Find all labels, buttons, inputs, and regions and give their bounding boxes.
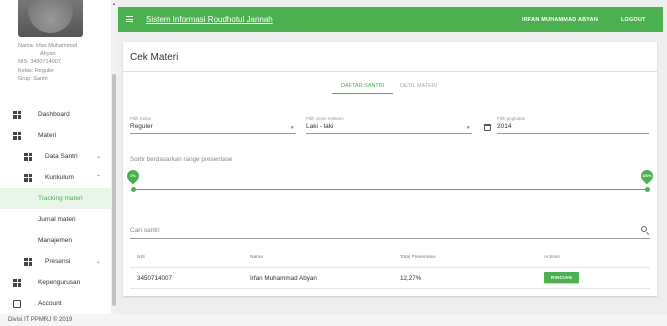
field-label: Pilih Kelas [130, 116, 152, 121]
calendar-icon[interactable] [484, 124, 491, 131]
sidebar-item-label: Data Santri [45, 153, 78, 160]
sidebar-item-label: Jurnal materi [38, 216, 76, 223]
footer: Divisi IT PPMRJ © 2019 [0, 314, 667, 326]
tab-daftar-santri[interactable]: DAFTAR SANTRI [341, 83, 384, 89]
chevron-down-icon: ⌄ [96, 259, 102, 265]
column-header-nama: Nama [250, 255, 263, 260]
column-header-total: Total Presentase [400, 255, 436, 260]
grid-icon [24, 173, 32, 182]
profile-name: Nama: Irfan Muhammad [18, 43, 78, 49]
grid-icon [13, 278, 21, 287]
slider-min-handle[interactable] [131, 187, 136, 192]
profile-grup: Grup: Santri [18, 75, 48, 82]
active-tab-indicator [332, 93, 393, 95]
sidebar-item-label: Presensi [45, 258, 71, 265]
search-input[interactable] [130, 225, 630, 235]
grid-icon [13, 131, 21, 140]
logout-button[interactable]: LOGOUT [621, 17, 646, 23]
cell-nis: 3450714007 [137, 275, 173, 282]
sidebar-scrollbar[interactable]: ▲ [111, 0, 117, 314]
sidebar-item-kurikulum[interactable]: Kurikulum ⌃ [0, 167, 111, 188]
scroll-up-icon[interactable]: ▲ [112, 1, 116, 6]
dropdown-arrow-icon: ▼ [290, 125, 295, 130]
sidebar-item-label: Account [38, 300, 62, 307]
angkatan-picker[interactable]: Pilih angkatan 2014 [497, 116, 649, 134]
sidebar-item-label: Dashboard [38, 111, 70, 118]
sidebar-item-label: Materi [38, 132, 57, 139]
slider-max-label: 100% [642, 174, 652, 178]
sidebar-item-label: Kepengurusan [38, 279, 81, 286]
cek-materi-card: Cek Materi DAFTAR SANTRI DETIL MATERI Pi… [123, 42, 657, 296]
chevron-up-icon: ⌃ [96, 175, 102, 181]
dropdown-arrow-icon: ▼ [466, 125, 471, 130]
sidebar-item-kepengurusan[interactable]: Kepengurusan [0, 272, 111, 293]
page-title: Cek Materi [130, 52, 179, 63]
field-label: Pilih angkatan [497, 116, 526, 121]
table-divider [130, 288, 650, 289]
slider-min-label: 0% [130, 174, 136, 178]
rincian-button[interactable]: RINCIAN [544, 272, 579, 283]
app-title-link[interactable]: Sistem Informasi Roudhotul Jannah [146, 15, 273, 24]
search-icon[interactable] [641, 226, 647, 232]
cell-nama: Irfan Muhammad Abyan [250, 275, 317, 282]
slider-max-handle[interactable] [645, 187, 650, 192]
sidebar-item-manajemen[interactable]: Manajemen [0, 230, 111, 251]
field-value: 2014 [497, 123, 512, 130]
column-header-nis: NIS [137, 255, 145, 260]
range-slider-track[interactable] [133, 189, 649, 191]
tab-detil-materi[interactable]: DETIL MATERI [400, 83, 437, 89]
account-icon [13, 299, 21, 308]
avatar [18, 0, 83, 37]
gender-select[interactable]: Pilih Jenis Kelamin Laki - laki ▼ [306, 116, 472, 134]
grid-icon [24, 152, 32, 161]
profile-nis: NIS: 3450714007 [18, 59, 61, 66]
grid-icon [13, 110, 21, 119]
sidebar-item-presensi[interactable]: Presensi ⌄ [0, 251, 111, 272]
slider-label: Sortir berdasarkan range presentase [130, 156, 233, 163]
profile-kelas: Kelas: Reguler [18, 67, 55, 74]
grid-icon [24, 257, 32, 266]
field-label: Pilih Jenis Kelamin [306, 116, 344, 121]
sidebar-item-materi[interactable]: Materi [0, 125, 111, 146]
kelas-select[interactable]: Pilih Kelas Reguler ▼ [130, 116, 296, 134]
scrollbar-thumb[interactable] [112, 74, 116, 306]
sidebar-item-account[interactable]: Account [0, 293, 111, 314]
sidebar-item-label: Manajemen [38, 237, 72, 244]
top-app-bar: Sistem Informasi Roudhotul Jannah IRFAN … [118, 7, 663, 32]
sidebar-item-label: Kurikulum [45, 174, 74, 181]
sidebar-item-tracking-materi[interactable]: Tracking materi [0, 188, 111, 209]
sidebar-item-label: Tracking materi [38, 195, 83, 202]
sidebar-menu: Dashboard Materi Data Santri ⌄ Kurikulum… [0, 104, 111, 314]
user-info: Nama: Irfan Muhammad Abyan NIS: 34507140… [18, 42, 77, 83]
column-header-actions: Actions [544, 255, 560, 260]
menu-icon[interactable] [126, 16, 133, 22]
profile-name-cont: Abyan [40, 51, 56, 58]
user-name-button[interactable]: IRFAN MUHAMMAD ABYAN [522, 17, 598, 23]
divider [123, 71, 657, 72]
sidebar-item-data-santri[interactable]: Data Santri ⌄ [0, 146, 111, 167]
field-value: Laki - laki [306, 123, 334, 130]
sidebar-item-jurnal-materi[interactable]: Jurnal materi [0, 209, 111, 230]
sidebar-item-dashboard[interactable]: Dashboard [0, 104, 111, 125]
field-value: Reguler [130, 123, 153, 130]
table-divider [130, 267, 650, 268]
chevron-down-icon: ⌄ [96, 154, 102, 160]
cell-total: 12,27% [400, 275, 422, 282]
sidebar: Nama: Irfan Muhammad Abyan NIS: 34507140… [0, 0, 111, 314]
